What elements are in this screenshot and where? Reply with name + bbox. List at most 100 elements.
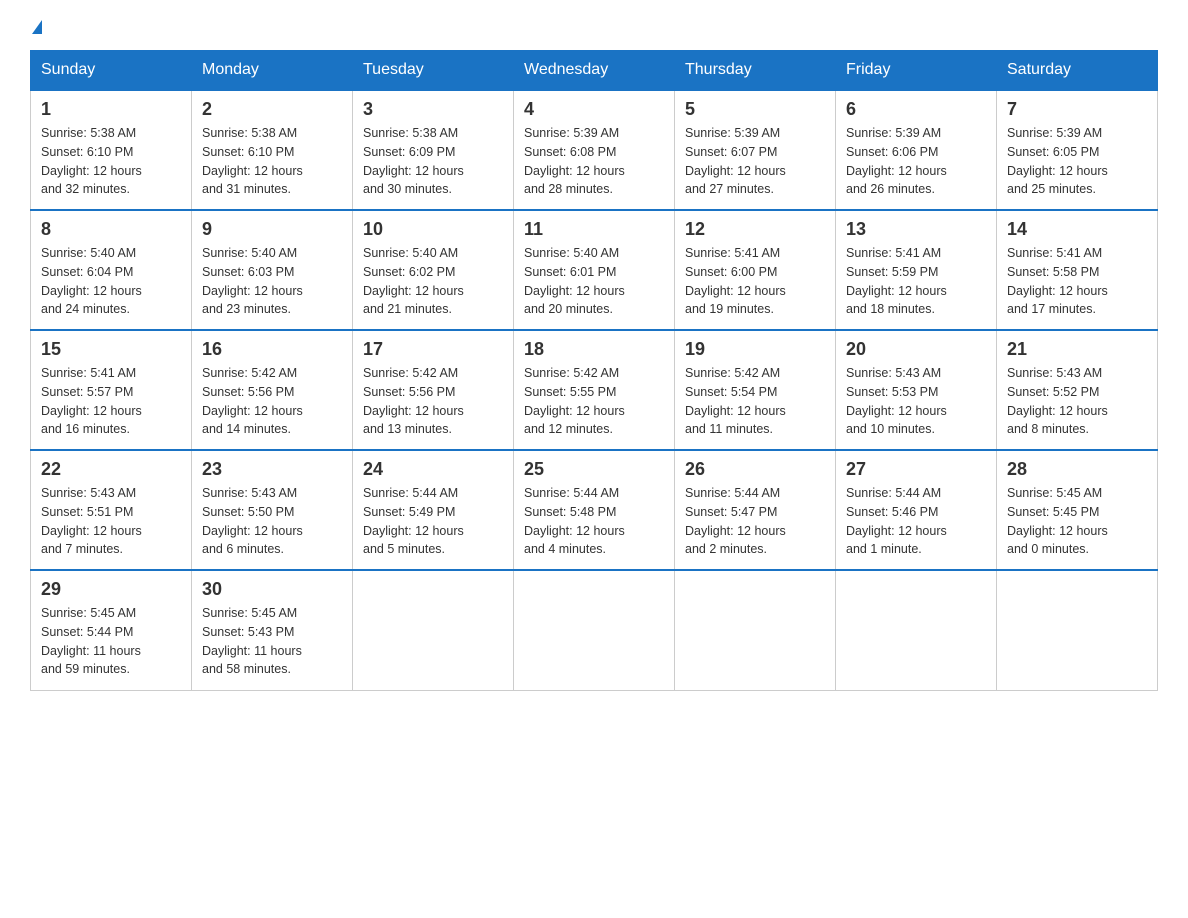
- page-header: [30, 20, 1158, 34]
- week-row-2: 8 Sunrise: 5:40 AMSunset: 6:04 PMDayligh…: [31, 210, 1158, 330]
- week-row-5: 29 Sunrise: 5:45 AMSunset: 5:44 PMDaylig…: [31, 570, 1158, 690]
- day-number: 27: [846, 459, 986, 480]
- day-info: Sunrise: 5:42 AMSunset: 5:56 PMDaylight:…: [202, 364, 342, 439]
- day-number: 30: [202, 579, 342, 600]
- day-info: Sunrise: 5:41 AMSunset: 5:59 PMDaylight:…: [846, 244, 986, 319]
- day-info: Sunrise: 5:43 AMSunset: 5:52 PMDaylight:…: [1007, 364, 1147, 439]
- calendar-cell: 4 Sunrise: 5:39 AMSunset: 6:08 PMDayligh…: [514, 90, 675, 210]
- weekday-header-thursday: Thursday: [675, 51, 836, 91]
- day-number: 7: [1007, 99, 1147, 120]
- calendar-cell: 17 Sunrise: 5:42 AMSunset: 5:56 PMDaylig…: [353, 330, 514, 450]
- day-number: 23: [202, 459, 342, 480]
- day-info: Sunrise: 5:45 AMSunset: 5:45 PMDaylight:…: [1007, 484, 1147, 559]
- day-number: 9: [202, 219, 342, 240]
- calendar-cell: 15 Sunrise: 5:41 AMSunset: 5:57 PMDaylig…: [31, 330, 192, 450]
- week-row-4: 22 Sunrise: 5:43 AMSunset: 5:51 PMDaylig…: [31, 450, 1158, 570]
- day-info: Sunrise: 5:39 AMSunset: 6:06 PMDaylight:…: [846, 124, 986, 199]
- day-number: 24: [363, 459, 503, 480]
- day-info: Sunrise: 5:41 AMSunset: 5:58 PMDaylight:…: [1007, 244, 1147, 319]
- calendar-table: SundayMondayTuesdayWednesdayThursdayFrid…: [30, 50, 1158, 691]
- day-number: 26: [685, 459, 825, 480]
- weekday-header-wednesday: Wednesday: [514, 51, 675, 91]
- calendar-cell: 20 Sunrise: 5:43 AMSunset: 5:53 PMDaylig…: [836, 330, 997, 450]
- calendar-cell: 13 Sunrise: 5:41 AMSunset: 5:59 PMDaylig…: [836, 210, 997, 330]
- day-info: Sunrise: 5:42 AMSunset: 5:55 PMDaylight:…: [524, 364, 664, 439]
- day-number: 2: [202, 99, 342, 120]
- day-number: 13: [846, 219, 986, 240]
- calendar-cell: [353, 570, 514, 690]
- calendar-cell: 5 Sunrise: 5:39 AMSunset: 6:07 PMDayligh…: [675, 90, 836, 210]
- day-info: Sunrise: 5:43 AMSunset: 5:51 PMDaylight:…: [41, 484, 181, 559]
- day-number: 12: [685, 219, 825, 240]
- day-number: 6: [846, 99, 986, 120]
- calendar-cell: 28 Sunrise: 5:45 AMSunset: 5:45 PMDaylig…: [997, 450, 1158, 570]
- calendar-cell: [836, 570, 997, 690]
- day-number: 3: [363, 99, 503, 120]
- day-info: Sunrise: 5:38 AMSunset: 6:10 PMDaylight:…: [41, 124, 181, 199]
- calendar-cell: 29 Sunrise: 5:45 AMSunset: 5:44 PMDaylig…: [31, 570, 192, 690]
- calendar-cell: 24 Sunrise: 5:44 AMSunset: 5:49 PMDaylig…: [353, 450, 514, 570]
- calendar-cell: 12 Sunrise: 5:41 AMSunset: 6:00 PMDaylig…: [675, 210, 836, 330]
- calendar-cell: [675, 570, 836, 690]
- day-info: Sunrise: 5:40 AMSunset: 6:01 PMDaylight:…: [524, 244, 664, 319]
- calendar-cell: [997, 570, 1158, 690]
- day-info: Sunrise: 5:41 AMSunset: 6:00 PMDaylight:…: [685, 244, 825, 319]
- calendar-cell: 19 Sunrise: 5:42 AMSunset: 5:54 PMDaylig…: [675, 330, 836, 450]
- calendar-cell: 6 Sunrise: 5:39 AMSunset: 6:06 PMDayligh…: [836, 90, 997, 210]
- day-info: Sunrise: 5:44 AMSunset: 5:49 PMDaylight:…: [363, 484, 503, 559]
- weekday-header-sunday: Sunday: [31, 51, 192, 91]
- day-number: 21: [1007, 339, 1147, 360]
- day-number: 14: [1007, 219, 1147, 240]
- calendar-cell: 1 Sunrise: 5:38 AMSunset: 6:10 PMDayligh…: [31, 90, 192, 210]
- calendar-cell: 3 Sunrise: 5:38 AMSunset: 6:09 PMDayligh…: [353, 90, 514, 210]
- day-number: 11: [524, 219, 664, 240]
- day-number: 16: [202, 339, 342, 360]
- calendar-cell: 23 Sunrise: 5:43 AMSunset: 5:50 PMDaylig…: [192, 450, 353, 570]
- calendar-cell: [514, 570, 675, 690]
- day-info: Sunrise: 5:40 AMSunset: 6:03 PMDaylight:…: [202, 244, 342, 319]
- day-number: 8: [41, 219, 181, 240]
- day-number: 29: [41, 579, 181, 600]
- day-info: Sunrise: 5:43 AMSunset: 5:53 PMDaylight:…: [846, 364, 986, 439]
- day-info: Sunrise: 5:44 AMSunset: 5:46 PMDaylight:…: [846, 484, 986, 559]
- weekday-header-tuesday: Tuesday: [353, 51, 514, 91]
- day-info: Sunrise: 5:38 AMSunset: 6:10 PMDaylight:…: [202, 124, 342, 199]
- calendar-cell: 22 Sunrise: 5:43 AMSunset: 5:51 PMDaylig…: [31, 450, 192, 570]
- day-number: 5: [685, 99, 825, 120]
- day-number: 15: [41, 339, 181, 360]
- day-number: 1: [41, 99, 181, 120]
- calendar-cell: 30 Sunrise: 5:45 AMSunset: 5:43 PMDaylig…: [192, 570, 353, 690]
- calendar-cell: 11 Sunrise: 5:40 AMSunset: 6:01 PMDaylig…: [514, 210, 675, 330]
- calendar-cell: 18 Sunrise: 5:42 AMSunset: 5:55 PMDaylig…: [514, 330, 675, 450]
- calendar-cell: 7 Sunrise: 5:39 AMSunset: 6:05 PMDayligh…: [997, 90, 1158, 210]
- day-number: 20: [846, 339, 986, 360]
- day-info: Sunrise: 5:40 AMSunset: 6:04 PMDaylight:…: [41, 244, 181, 319]
- calendar-cell: 26 Sunrise: 5:44 AMSunset: 5:47 PMDaylig…: [675, 450, 836, 570]
- weekday-header-monday: Monday: [192, 51, 353, 91]
- day-info: Sunrise: 5:39 AMSunset: 6:05 PMDaylight:…: [1007, 124, 1147, 199]
- calendar-cell: 8 Sunrise: 5:40 AMSunset: 6:04 PMDayligh…: [31, 210, 192, 330]
- day-number: 19: [685, 339, 825, 360]
- calendar-cell: 2 Sunrise: 5:38 AMSunset: 6:10 PMDayligh…: [192, 90, 353, 210]
- day-info: Sunrise: 5:42 AMSunset: 5:56 PMDaylight:…: [363, 364, 503, 439]
- day-info: Sunrise: 5:45 AMSunset: 5:44 PMDaylight:…: [41, 604, 181, 679]
- day-info: Sunrise: 5:45 AMSunset: 5:43 PMDaylight:…: [202, 604, 342, 679]
- day-number: 10: [363, 219, 503, 240]
- week-row-3: 15 Sunrise: 5:41 AMSunset: 5:57 PMDaylig…: [31, 330, 1158, 450]
- calendar-cell: 27 Sunrise: 5:44 AMSunset: 5:46 PMDaylig…: [836, 450, 997, 570]
- day-info: Sunrise: 5:39 AMSunset: 6:08 PMDaylight:…: [524, 124, 664, 199]
- calendar-cell: 21 Sunrise: 5:43 AMSunset: 5:52 PMDaylig…: [997, 330, 1158, 450]
- weekday-header-friday: Friday: [836, 51, 997, 91]
- day-info: Sunrise: 5:42 AMSunset: 5:54 PMDaylight:…: [685, 364, 825, 439]
- day-number: 28: [1007, 459, 1147, 480]
- day-number: 18: [524, 339, 664, 360]
- week-row-1: 1 Sunrise: 5:38 AMSunset: 6:10 PMDayligh…: [31, 90, 1158, 210]
- day-number: 4: [524, 99, 664, 120]
- logo: [30, 20, 42, 34]
- calendar-cell: 16 Sunrise: 5:42 AMSunset: 5:56 PMDaylig…: [192, 330, 353, 450]
- day-number: 25: [524, 459, 664, 480]
- day-info: Sunrise: 5:39 AMSunset: 6:07 PMDaylight:…: [685, 124, 825, 199]
- day-info: Sunrise: 5:38 AMSunset: 6:09 PMDaylight:…: [363, 124, 503, 199]
- day-info: Sunrise: 5:44 AMSunset: 5:48 PMDaylight:…: [524, 484, 664, 559]
- weekday-header-row: SundayMondayTuesdayWednesdayThursdayFrid…: [31, 51, 1158, 91]
